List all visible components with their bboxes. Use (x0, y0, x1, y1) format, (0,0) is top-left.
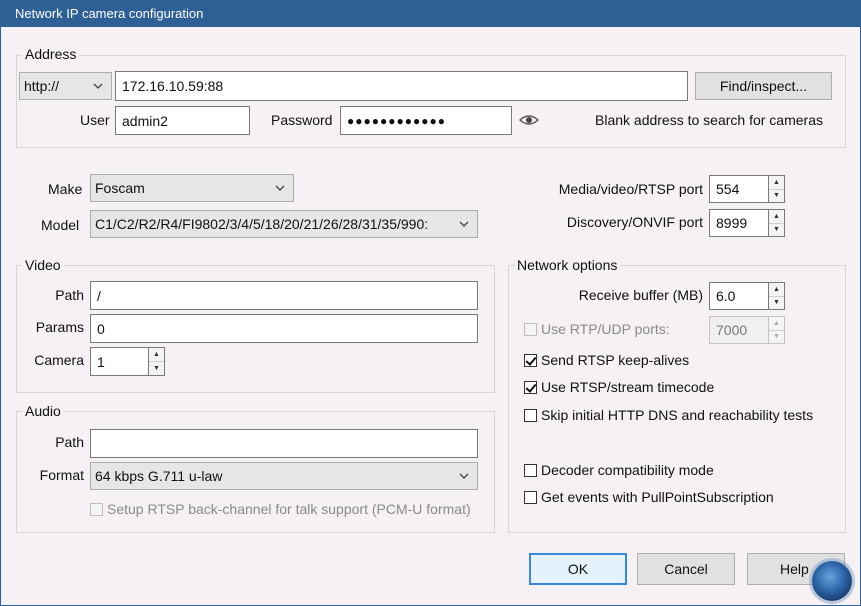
receive-buffer-value[interactable]: 6.0 (709, 282, 768, 310)
rtp-udp-port-spinner[interactable]: 7000 ▲ ▼ (709, 316, 785, 344)
discovery-port-value[interactable]: 8999 (709, 209, 768, 237)
ok-button[interactable]: OK (529, 553, 627, 585)
window-title: Network IP camera configuration (15, 6, 204, 21)
chevron-down-icon (455, 473, 473, 479)
audio-format-select[interactable]: 64 kbps G.711 u-law (90, 462, 478, 490)
video-legend: Video (22, 257, 64, 273)
address-hint: Blank address to search for cameras (595, 112, 823, 128)
spin-up-icon[interactable]: ▲ (769, 317, 784, 330)
checkbox-checked-icon (524, 353, 537, 367)
spin-down-icon[interactable]: ▼ (769, 188, 784, 202)
chevron-down-icon (89, 83, 107, 89)
rtp-udp-port-value[interactable]: 7000 (709, 316, 768, 344)
checkbox-checked-icon (524, 380, 537, 394)
spin-down-icon[interactable]: ▼ (769, 329, 784, 343)
audio-format-label: Format (39, 467, 84, 483)
spin-up-icon[interactable]: ▲ (769, 210, 784, 223)
camera-label: Camera (34, 352, 84, 368)
audio-legend: Audio (22, 403, 64, 419)
media-port-label: Media/video/RTSP port (558, 181, 703, 197)
checkbox-icon (524, 463, 537, 477)
timecode-checkbox[interactable]: Use RTSP/stream timecode (524, 379, 714, 395)
make-label: Make (48, 181, 83, 197)
audio-format-value: 64 kbps G.711 u-law (95, 468, 223, 484)
keepalives-label: Send RTSP keep-alives (541, 352, 690, 368)
user-label: User (80, 112, 110, 128)
skip-dns-label: Skip initial HTTP DNS and reachability t… (541, 407, 814, 423)
spin-down-icon[interactable]: ▼ (769, 295, 784, 309)
checkbox-icon (90, 502, 103, 516)
receive-buffer-label: Receive buffer (MB) (578, 287, 703, 303)
spin-down-icon[interactable]: ▼ (769, 222, 784, 236)
rtp-udp-checkbox[interactable]: Use RTP/UDP ports: (524, 321, 670, 337)
user-input[interactable]: admin2 (115, 106, 250, 135)
audio-path-label: Path (55, 434, 84, 450)
model-value: C1/C2/R2/R4/FI9802/3/4/5/18/20/21/26/28/… (95, 216, 429, 232)
make-value: Foscam (95, 180, 145, 196)
spin-up-icon[interactable]: ▲ (149, 348, 164, 361)
backchannel-label: Setup RTSP back-channel for talk support… (107, 501, 471, 517)
discovery-port-label: Discovery/ONVIF port (566, 214, 703, 230)
checkbox-icon (524, 408, 537, 422)
discovery-port-spinner[interactable]: 8999 ▲ ▼ (709, 209, 785, 237)
rtp-udp-label: Use RTP/UDP ports: (541, 321, 670, 337)
protocol-select[interactable]: http:// (19, 72, 112, 100)
window-titlebar[interactable]: Network IP camera configuration (0, 0, 861, 27)
spin-down-icon[interactable]: ▼ (149, 361, 164, 375)
address-input[interactable]: 172.16.10.59:88 (115, 71, 688, 101)
decoder-compat-label: Decoder compatibility mode (541, 462, 714, 478)
pullpoint-label: Get events with PullPointSubscription (541, 489, 774, 505)
password-label: Password (271, 112, 333, 128)
skip-dns-checkbox[interactable]: Skip initial HTTP DNS and reachability t… (524, 407, 813, 423)
video-params-label: Params (35, 319, 84, 335)
chevron-down-icon (455, 221, 473, 227)
decoder-compat-checkbox[interactable]: Decoder compatibility mode (524, 462, 714, 478)
assistant-orb-icon[interactable] (812, 561, 852, 601)
audio-path-input[interactable] (90, 429, 478, 458)
model-select[interactable]: C1/C2/R2/R4/FI9802/3/4/5/18/20/21/26/28/… (90, 210, 478, 238)
camera-spinner[interactable]: 1 ▲ ▼ (90, 347, 165, 376)
model-label: Model (41, 217, 80, 233)
video-params-input[interactable]: 0 (90, 314, 478, 343)
receive-buffer-spinner[interactable]: 6.0 ▲ ▼ (709, 282, 785, 310)
pullpoint-checkbox[interactable]: Get events with PullPointSubscription (524, 489, 774, 505)
eye-icon[interactable] (518, 113, 540, 127)
network-options-legend: Network options (514, 257, 621, 273)
video-path-input[interactable]: / (90, 281, 478, 310)
media-port-spinner[interactable]: 554 ▲ ▼ (709, 175, 785, 203)
backchannel-checkbox[interactable]: Setup RTSP back-channel for talk support… (90, 501, 471, 517)
camera-value[interactable]: 1 (90, 347, 148, 376)
chevron-down-icon (271, 185, 289, 191)
spin-up-icon[interactable]: ▲ (769, 176, 784, 189)
password-input[interactable]: ●●●●●●●●●●●● (340, 106, 512, 135)
cancel-button[interactable]: Cancel (637, 553, 735, 585)
protocol-value: http:// (24, 78, 60, 94)
spin-up-icon[interactable]: ▲ (769, 283, 784, 296)
video-path-label: Path (55, 287, 84, 303)
timecode-label: Use RTSP/stream timecode (541, 379, 715, 395)
keepalives-checkbox[interactable]: Send RTSP keep-alives (524, 352, 689, 368)
checkbox-icon (524, 490, 537, 504)
checkbox-icon (524, 322, 537, 336)
find-inspect-button[interactable]: Find/inspect... (695, 72, 832, 100)
address-legend: Address (22, 46, 80, 62)
make-select[interactable]: Foscam (90, 174, 294, 202)
media-port-value[interactable]: 554 (709, 175, 768, 203)
